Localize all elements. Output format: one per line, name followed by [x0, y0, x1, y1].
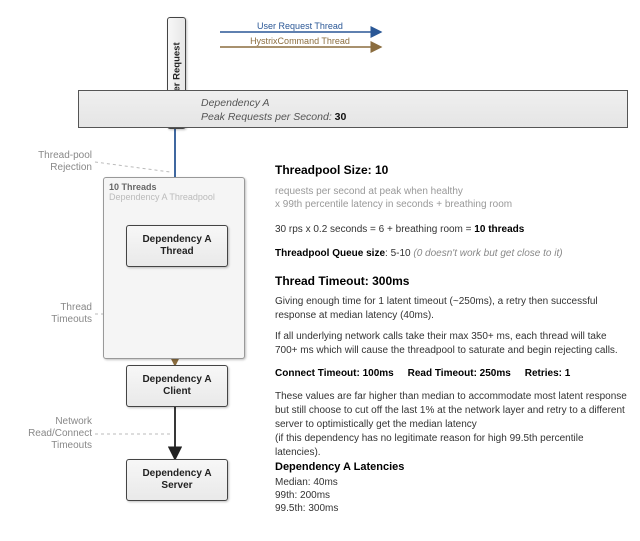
dependency-bar: Dependency A Peak Requests per Second: 3… [78, 90, 628, 128]
node-thread: Dependency A Thread [126, 225, 228, 267]
bar-rps-value: 30 [335, 111, 347, 123]
bar-rps-label: Peak Requests per Second: [201, 111, 335, 123]
lat-995: 99.5th: 300ms [275, 502, 627, 516]
pool-threads: 10 Threads [109, 182, 157, 192]
lat-99: 99th: 200ms [275, 489, 627, 503]
tt-p2: If all underlying network calls take the… [275, 330, 627, 358]
legend-hystrix-text: HystrixCommand Thread [250, 36, 350, 46]
lat-median: Median: 40ms [275, 476, 627, 490]
tt-p1: Giving enough time for 1 latent timeout … [275, 295, 627, 323]
net-p1: These values are far higher than median … [275, 390, 627, 432]
net-timeouts-line: Connect Timeout: 100ms Read Timeout: 250… [275, 367, 627, 381]
threadpool-size-head: Threadpool Size: 10 [275, 163, 627, 177]
net-p2: (if this dependency has no legitimate re… [275, 432, 627, 460]
tp-eq: 30 rps x 0.2 seconds = 6 + breathing roo… [275, 223, 627, 237]
label-rejection: Thread-pool Rejection [10, 150, 92, 174]
latencies-head: Dependency A Latencies [275, 460, 627, 474]
bar-title: Dependency A [201, 97, 270, 109]
node-server: Dependency A Server [126, 459, 228, 501]
thread-timeout-head: Thread Timeout: 300ms [275, 274, 627, 288]
tp-calc2: x 99th percentile latency in seconds + b… [275, 198, 627, 212]
node-client: Dependency A Client [126, 365, 228, 407]
pool-name: Dependency A Threadpool [109, 192, 215, 202]
threadpool-box [103, 177, 245, 359]
queue-line: Threadpool Queue size: 5-10 (0 doesn't w… [275, 247, 627, 261]
tp-calc1: requests per second at peak when healthy [275, 185, 627, 199]
legend-user-text: User Request Thread [257, 21, 343, 31]
callout-rejection [95, 162, 170, 172]
label-thread-timeouts: Thread Timeouts [10, 302, 92, 326]
label-net-timeouts: Network Read/Connect Timeouts [10, 416, 92, 452]
